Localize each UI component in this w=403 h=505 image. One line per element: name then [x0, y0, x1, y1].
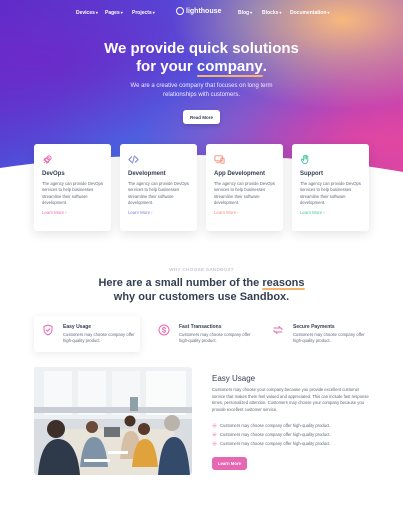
- list-item: Customers may choose company offer high-…: [212, 439, 372, 448]
- logo-mark-icon: [176, 7, 184, 15]
- feature-secure-payments: Secure Payments Customers may choose com…: [264, 316, 370, 352]
- hand-icon: [300, 154, 309, 165]
- feature-title: Easy Usage: [63, 324, 92, 330]
- section-eyebrow: WHY CHOOSE SANDBOX?: [169, 267, 234, 272]
- code-icon: [128, 155, 139, 164]
- service-title: DevOps: [42, 171, 65, 177]
- nav-item-blocks[interactable]: Blocks▾: [262, 10, 281, 16]
- shield-check-icon: [43, 324, 53, 336]
- list-item: Customers may choose company offer high-…: [212, 430, 372, 439]
- learn-more-button[interactable]: Learn More: [212, 457, 247, 470]
- brand-name: lighthouse: [186, 7, 222, 15]
- check-circle-icon: [212, 432, 217, 437]
- chevron-down-icon: ▾: [279, 10, 282, 15]
- hero-title-line1: We provide quick solutions: [104, 40, 299, 57]
- check-circle-icon: [212, 441, 217, 446]
- feature-text: Customers may choose company offer high-…: [293, 332, 365, 344]
- feature-text: Customers may choose company offer high-…: [179, 332, 251, 344]
- dollar-circle-icon: [158, 324, 170, 336]
- hero-subtitle: We are a creative company that focuses o…: [130, 83, 273, 98]
- nav-item-projects[interactable]: Projects▾: [132, 10, 155, 16]
- feature-title: Secure Payments: [293, 324, 335, 330]
- service-card-app-development: App Development The agency can provide D…: [206, 144, 283, 231]
- team-meeting-photo: [34, 367, 192, 475]
- service-text: The agency can provide DevOps services t…: [214, 181, 275, 205]
- devices-icon: [214, 155, 225, 164]
- nav-item-blog[interactable]: Blog▾: [238, 10, 252, 16]
- feature-fast-transactions: Fast Transactions Customers may choose c…: [150, 316, 256, 352]
- section-title: Here are a small number of the reasons w…: [0, 276, 403, 304]
- learn-more-link[interactable]: Learn More ›: [214, 210, 275, 215]
- nav-item-pages[interactable]: Pages▾: [105, 10, 123, 16]
- section-title-highlight: reasons: [262, 277, 305, 290]
- arrows-swap-icon: [273, 326, 283, 334]
- nav-item-devices[interactable]: Devices▾: [76, 10, 98, 16]
- chevron-down-icon: ▾: [120, 10, 123, 15]
- service-text: The agency can provide DevOps services t…: [128, 181, 189, 205]
- feature-text: Customers may choose company offer high-…: [63, 332, 135, 344]
- service-text: The agency can provide DevOps services t…: [42, 181, 103, 205]
- section-title-line2: why our customers use Sandbox.: [113, 291, 290, 303]
- about-text: Customers may choose your company becaus…: [212, 387, 369, 412]
- brand-logo[interactable]: lighthouse: [176, 7, 221, 15]
- chevron-down-icon: ▾: [250, 10, 253, 15]
- learn-more-link[interactable]: Learn More ›: [300, 210, 361, 215]
- service-title: App Development: [214, 171, 266, 177]
- rocket-icon: [43, 155, 52, 164]
- section-title-line1: Here are a small number of the reasons: [98, 277, 305, 290]
- check-list: Customers may choose company offer high-…: [212, 421, 372, 448]
- nav-item-documentation[interactable]: Documentation▾: [290, 10, 329, 16]
- check-circle-icon: [212, 423, 217, 428]
- service-title: Support: [300, 171, 323, 177]
- hero-title: We provide quick solutions for your comp…: [0, 40, 403, 77]
- service-card-devops: DevOps The agency can provide DevOps ser…: [34, 144, 111, 231]
- learn-more-link[interactable]: Learn More ›: [128, 210, 189, 215]
- list-item: Customers may choose company offer high-…: [212, 421, 372, 430]
- hero-title-line2: for your company.: [136, 58, 267, 77]
- hero-title-highlight: company: [196, 58, 263, 77]
- chevron-down-icon: ▾: [152, 10, 155, 15]
- chevron-down-icon: ▾: [95, 10, 98, 15]
- chevron-down-icon: ▾: [327, 10, 330, 15]
- feature-title: Fast Transactions: [179, 324, 222, 330]
- service-text: The agency can provide DevOps services t…: [300, 181, 361, 205]
- service-card-development: Development The agency can provide DevOp…: [120, 144, 197, 231]
- learn-more-link[interactable]: Learn More ›: [42, 210, 103, 215]
- read-more-button[interactable]: Read More: [183, 110, 220, 124]
- service-card-support: Support The agency can provide DevOps se…: [292, 144, 369, 231]
- about-title: Easy Usage: [212, 374, 256, 383]
- service-title: Development: [128, 171, 166, 177]
- feature-easy-usage: Easy Usage Customers may choose company …: [34, 316, 140, 352]
